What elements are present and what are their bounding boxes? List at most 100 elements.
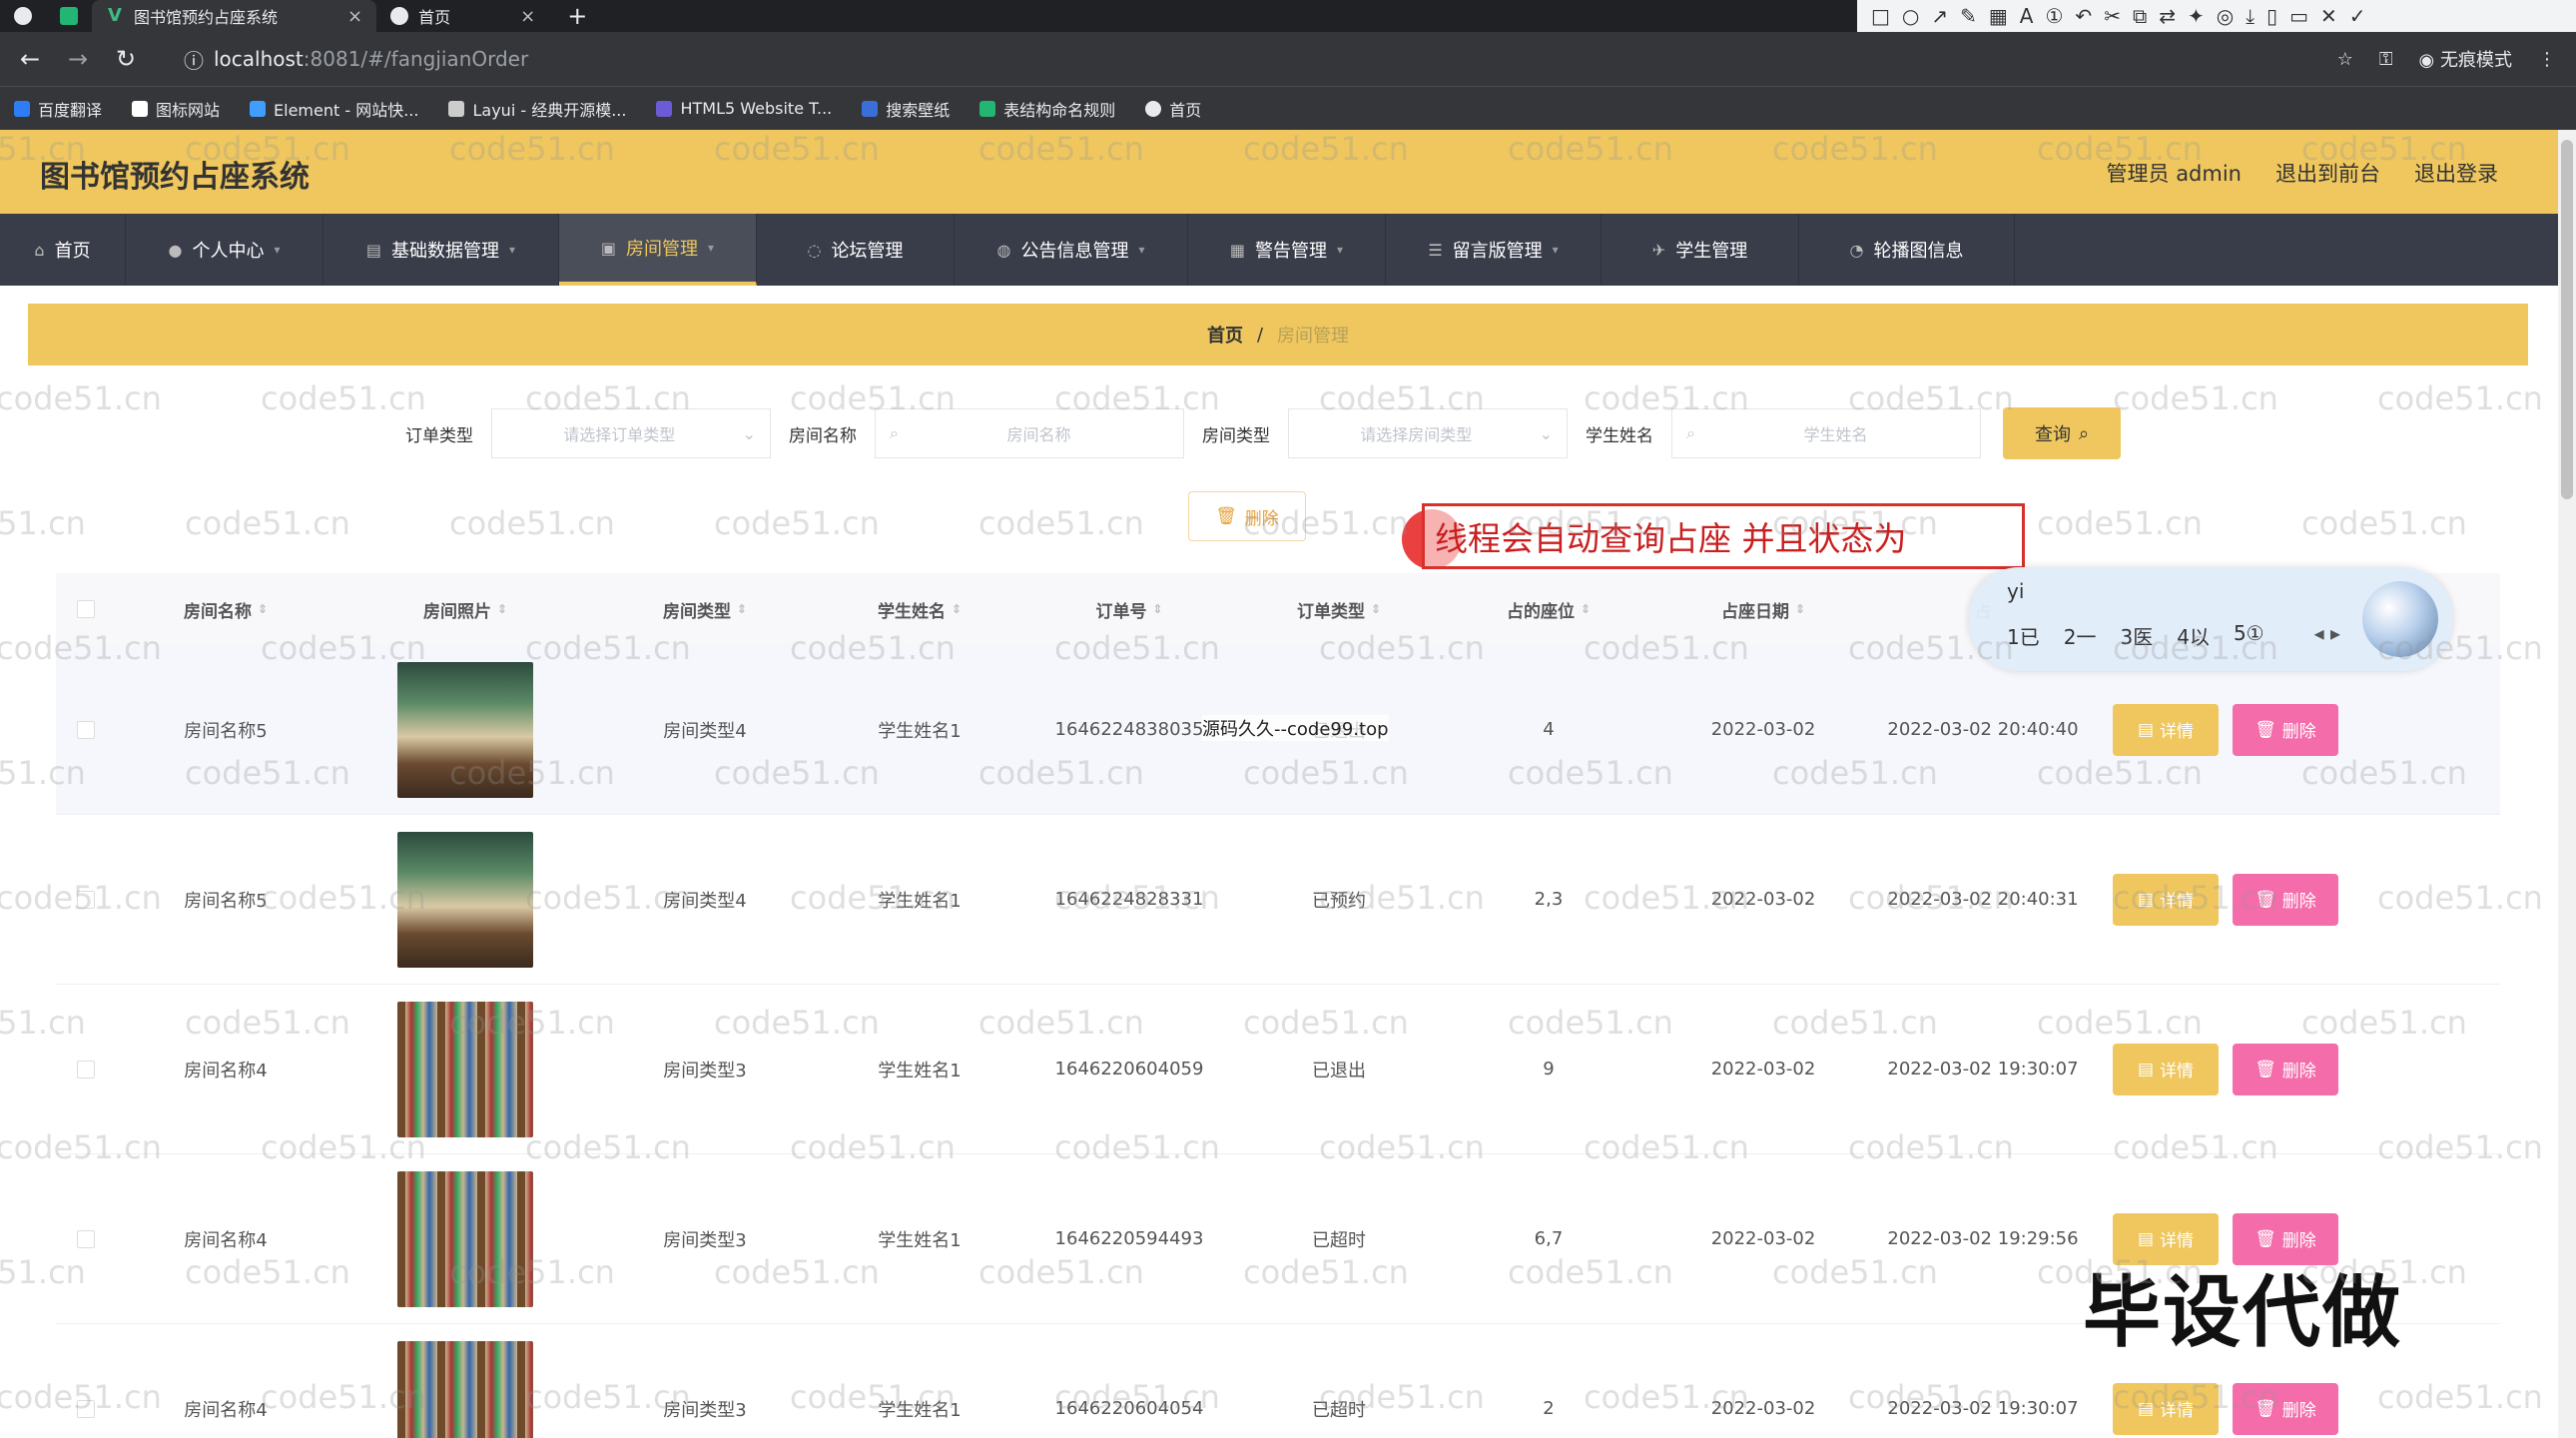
select-all-checkbox[interactable] bbox=[56, 600, 116, 618]
bookmark-item[interactable]: 搜索壁纸 bbox=[862, 97, 950, 121]
detail-label: 详情 bbox=[2160, 1401, 2195, 1421]
row-checkbox[interactable] bbox=[56, 1399, 116, 1418]
scrollbar-thumb[interactable] bbox=[2561, 140, 2573, 499]
detail-button[interactable]: ▤ 详情 bbox=[2113, 873, 2219, 926]
row-checkbox[interactable] bbox=[56, 890, 116, 909]
forward-icon[interactable]: → bbox=[60, 45, 96, 73]
browser-tab-pinned[interactable] bbox=[46, 0, 92, 32]
order-type-label: 订单类型 bbox=[405, 425, 473, 446]
nav-notice[interactable]: ◍ 公告信息管理 ▾ bbox=[955, 214, 1188, 286]
row-checkbox[interactable] bbox=[56, 1060, 116, 1078]
batch-delete-button[interactable]: 🗑 删除 bbox=[1188, 491, 1306, 541]
header-order-number[interactable]: 订单号 ⇕ bbox=[1024, 597, 1234, 622]
logout-link[interactable]: 退出登录 bbox=[2414, 158, 2498, 188]
bookmark-item[interactable]: 图标网站 bbox=[132, 97, 220, 121]
delete-button[interactable]: 🗑 删除 bbox=[2233, 1043, 2338, 1095]
header-seat-date[interactable]: 占座日期 ⇕ bbox=[1653, 597, 1873, 622]
room-photo-image[interactable] bbox=[397, 1001, 533, 1137]
incognito-badge[interactable]: ◉ 无痕模式 bbox=[2419, 46, 2512, 72]
ocr-icon[interactable]: ⧉ bbox=[2133, 4, 2147, 28]
nav-students[interactable]: ✈ 学生管理 bbox=[1602, 214, 1799, 286]
delete-button[interactable]: 🗑 删除 bbox=[2233, 1382, 2338, 1435]
ime-candidate[interactable]: 4以 bbox=[2177, 621, 2210, 650]
ime-candidate[interactable]: 5① bbox=[2234, 621, 2264, 650]
arrow-tool-icon[interactable]: ↗ bbox=[1931, 4, 1948, 28]
close-icon[interactable]: × bbox=[347, 6, 362, 27]
key-icon[interactable]: ⚿ bbox=[2379, 49, 2393, 70]
header-seat[interactable]: 占的座位 ⇕ bbox=[1444, 597, 1653, 622]
room-photo-image[interactable] bbox=[397, 661, 533, 798]
room-photo-image[interactable] bbox=[397, 1340, 533, 1438]
bookmark-item[interactable]: 百度翻译 bbox=[14, 97, 102, 121]
record-icon[interactable]: ◎ bbox=[2217, 4, 2234, 28]
bookmark-item[interactable]: Layui - 经典开源模... bbox=[448, 97, 626, 121]
header-student-name[interactable]: 学生姓名 ⇕ bbox=[815, 597, 1024, 622]
bookmark-item[interactable]: Element - 网站快... bbox=[250, 97, 418, 121]
delete-button[interactable]: 🗑 删除 bbox=[2233, 873, 2338, 926]
nav-carousel[interactable]: ◔ 轮播图信息 bbox=[1799, 214, 2015, 286]
url-field[interactable]: ⓘ localhost:8081/#/fangjianOrder bbox=[184, 45, 528, 74]
room-type-select[interactable]: 请选择房间类型 ⌄ bbox=[1288, 408, 1568, 458]
cell-student-name: 学生姓名1 bbox=[878, 1229, 962, 1251]
detail-button[interactable]: ▤ 详情 bbox=[2113, 1382, 2219, 1435]
bookmark-icon[interactable]: ▭ bbox=[2289, 4, 2308, 28]
star-icon[interactable]: ☆ bbox=[2337, 49, 2353, 70]
header-room-photo[interactable]: 房间照片 ⇕ bbox=[335, 597, 595, 622]
breadcrumb-home[interactable]: 首页 bbox=[1207, 322, 1243, 348]
pin-icon[interactable]: ✦ bbox=[2188, 4, 2205, 28]
bookmark-item[interactable]: 首页 bbox=[1145, 97, 1201, 121]
room-photo-image[interactable] bbox=[397, 1170, 533, 1307]
ime-candidate[interactable]: 2一 bbox=[2064, 621, 2097, 650]
page-scrollbar[interactable] bbox=[2558, 130, 2576, 1438]
browser-tab-incognito[interactable] bbox=[0, 0, 46, 32]
room-name-input[interactable]: ⌕ 房间名称 bbox=[875, 408, 1184, 458]
undo-icon[interactable]: ↶ bbox=[2075, 4, 2092, 28]
more-icon[interactable]: ⋮ bbox=[2538, 49, 2556, 70]
crop-icon[interactable]: ✂ bbox=[2104, 4, 2121, 28]
nav-room-management[interactable]: ▣ 房间管理 ▾ bbox=[559, 214, 757, 286]
bookmark-item[interactable]: HTML5 Website T... bbox=[656, 99, 832, 118]
row-checkbox[interactable] bbox=[56, 720, 116, 739]
order-type-select[interactable]: 请选择订单类型 ⌄ bbox=[491, 408, 771, 458]
bookmark-item[interactable]: 表结构命名规则 bbox=[979, 97, 1115, 121]
header-room-type[interactable]: 房间类型 ⇕ bbox=[595, 597, 815, 622]
query-button[interactable]: 查询 ⌕ bbox=[2003, 407, 2121, 459]
rectangle-tool-icon[interactable]: □ bbox=[1871, 4, 1890, 28]
nav-home[interactable]: ⌂ 首页 bbox=[0, 214, 126, 286]
reload-icon[interactable]: ↻ bbox=[108, 45, 144, 73]
student-name-input[interactable]: ⌕ 学生姓名 bbox=[1671, 408, 1981, 458]
header-order-type[interactable]: 订单类型 ⇕ bbox=[1234, 597, 1444, 622]
browser-tab-active[interactable]: V 图书馆预约占座系统 × bbox=[92, 0, 377, 32]
save-icon[interactable]: ▯ bbox=[2266, 4, 2277, 28]
pen-tool-icon[interactable]: ✎ bbox=[1960, 4, 1977, 28]
ime-next-page-icon[interactable]: ◂ ▸ bbox=[2314, 621, 2340, 645]
room-photo-image[interactable] bbox=[397, 831, 533, 968]
download-icon[interactable]: ⤓ bbox=[2246, 4, 2254, 28]
back-icon[interactable]: ← bbox=[12, 45, 48, 73]
translate-icon[interactable]: ⇄ bbox=[2159, 4, 2176, 28]
row-checkbox[interactable] bbox=[56, 1229, 116, 1248]
ime-candidate[interactable]: 3医 bbox=[2120, 621, 2153, 650]
ellipse-tool-icon[interactable]: ○ bbox=[1902, 4, 1919, 28]
exit-to-front-link[interactable]: 退出到前台 bbox=[2275, 158, 2380, 188]
mosaic-tool-icon[interactable]: ▦ bbox=[1989, 4, 2008, 28]
cancel-icon[interactable]: ✕ bbox=[2320, 4, 2337, 28]
delete-button[interactable]: 🗑 删除 bbox=[2233, 703, 2338, 756]
text-tool-icon[interactable]: A bbox=[2020, 4, 2034, 28]
nav-forum[interactable]: ◌ 论坛管理 bbox=[757, 214, 955, 286]
header-label: 占座日期 bbox=[1720, 601, 1789, 622]
detail-button[interactable]: ▤ 详情 bbox=[2113, 1043, 2219, 1095]
close-icon[interactable]: × bbox=[520, 6, 535, 27]
nav-label: 公告信息管理 bbox=[1020, 241, 1129, 262]
detail-button[interactable]: ▤ 详情 bbox=[2113, 703, 2219, 756]
nav-warning[interactable]: ▦ 警告管理 ▾ bbox=[1188, 214, 1386, 286]
nav-base-data[interactable]: ▤ 基础数据管理 ▾ bbox=[323, 214, 559, 286]
nav-personal-center[interactable]: ● 个人中心 ▾ bbox=[126, 214, 323, 286]
nav-message-board[interactable]: ☰ 留言版管理 ▾ bbox=[1386, 214, 1602, 286]
browser-tab-home[interactable]: 首页 × bbox=[376, 0, 549, 32]
number-tool-icon[interactable]: ① bbox=[2045, 4, 2063, 28]
header-room-name[interactable]: 房间名称 ⇕ bbox=[116, 597, 335, 622]
ime-candidate[interactable]: 1已 bbox=[2007, 621, 2040, 650]
done-icon[interactable]: ✓ bbox=[2349, 4, 2366, 28]
new-tab-icon[interactable]: + bbox=[549, 0, 605, 32]
